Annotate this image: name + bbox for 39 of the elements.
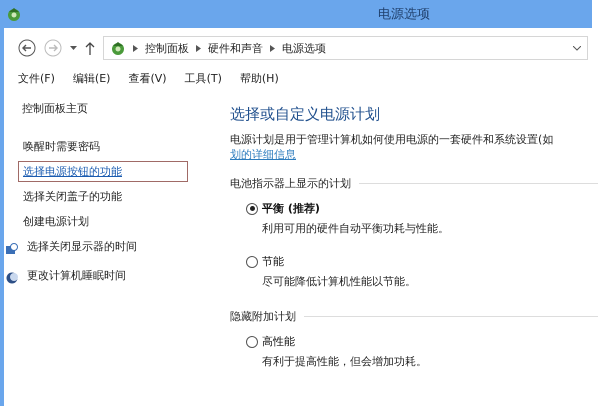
plan-radio[interactable]: 高性能: [246, 334, 295, 349]
details-link[interactable]: 划的详细信息: [230, 147, 296, 162]
window-title: 电源选项: [377, 6, 431, 23]
sidebar-link[interactable]: 控制面板主页: [18, 101, 218, 116]
menu-item[interactable]: 编辑(E): [72, 71, 110, 86]
chevron-right-icon: [270, 44, 275, 52]
menu-item[interactable]: 帮助(H): [240, 71, 279, 86]
power-options-icon: [110, 40, 126, 56]
chevron-right-icon: [196, 44, 201, 52]
sidebar-link[interactable]: 选择关闭显示器的时间: [22, 236, 142, 257]
plan-radio[interactable]: 节能: [246, 254, 284, 269]
plan-radio[interactable]: 平衡 (推荐): [246, 201, 320, 216]
sidebar-link[interactable]: 唤醒时需要密码: [18, 136, 105, 157]
menu-item[interactable]: 文件(F): [18, 71, 55, 86]
back-icon[interactable]: [18, 39, 36, 57]
caret-icon[interactable]: [70, 46, 77, 50]
breadcrumb[interactable]: 硬件和声音: [208, 40, 263, 56]
monitor-clock-icon: [6, 242, 18, 254]
menu-item[interactable]: 工具(T): [184, 71, 222, 86]
up-arrow-icon[interactable]: [85, 42, 95, 54]
menu-item[interactable]: 查看(V): [128, 71, 167, 86]
plan-description: 利用可用的硬件自动平衡功耗与性能。: [261, 221, 450, 236]
breadcrumb[interactable]: 控制面板: [145, 40, 189, 56]
sidebar-link[interactable]: 创建电源计划: [18, 211, 94, 232]
page-heading: 选择或自定义电源计划: [230, 105, 381, 124]
plan-description: 尽可能降低计算机性能以节能。: [261, 274, 417, 289]
sidebar-link[interactable]: 更改计算机睡眠时间: [22, 265, 131, 286]
sidebar-link[interactable]: 选择关闭盖子的功能: [18, 186, 127, 207]
address-bar[interactable]: 控制面板 硬件和声音 电源选项: [103, 36, 588, 60]
breadcrumb[interactable]: 电源选项: [282, 40, 326, 56]
plan-description: 有利于提高性能，但会增加功耗。: [261, 354, 428, 369]
dropdown-icon[interactable]: [573, 46, 581, 50]
moon-icon: [6, 272, 18, 284]
power-options-icon: [6, 6, 22, 22]
chevron-right-icon: [133, 44, 138, 52]
description-text: 电源计划是用于管理计算机如何使用电源的一套硬件和系统设置(如: [230, 132, 554, 147]
group-title: 隐藏附加计划: [230, 309, 296, 324]
sidebar-link[interactable]: 选择电源按钮的功能: [18, 161, 188, 182]
group-title: 电池指示器上显示的计划: [230, 176, 351, 191]
